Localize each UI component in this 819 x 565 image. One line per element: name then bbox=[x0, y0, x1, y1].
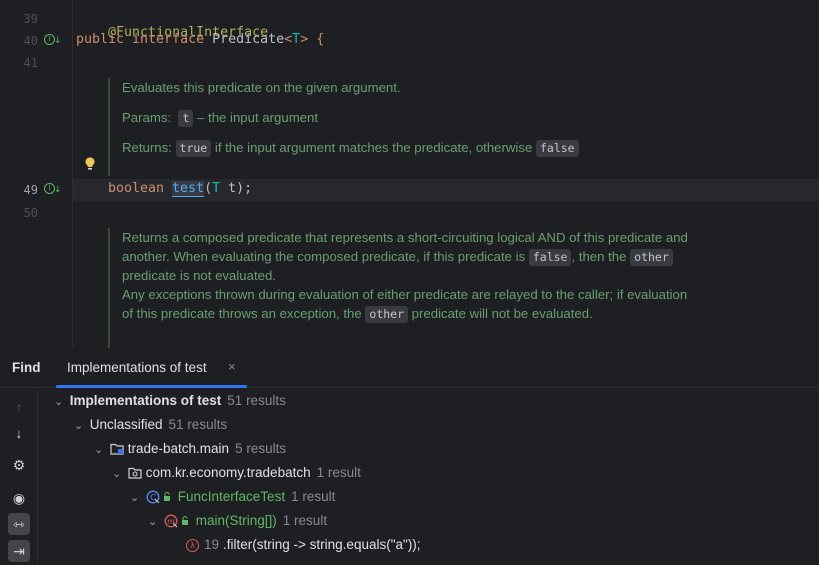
svg-text:m: m bbox=[167, 517, 175, 526]
rendered-javadoc-test: Evaluates this predicate on the given ar… bbox=[108, 78, 579, 176]
settings-gear-icon[interactable]: ⚙ bbox=[8, 454, 30, 476]
find-tab-bar: Find Implementations of test × bbox=[0, 348, 819, 388]
line-number: 39 bbox=[23, 12, 38, 26]
code-pill: true bbox=[175, 140, 212, 157]
rendered-javadoc-and: Returns a composed predicate that repres… bbox=[108, 228, 688, 348]
package-folder-icon bbox=[128, 468, 142, 480]
tree-node-module[interactable]: ⌄ trade-batch.main 5 results bbox=[94, 437, 286, 461]
class-icon: C bbox=[146, 490, 170, 504]
find-toolbar: ↑ ↓ ⚙ ◉ ⇿ ⇥ bbox=[0, 389, 38, 565]
chevron-down-icon[interactable]: ⌄ bbox=[94, 438, 106, 462]
results-tree: ⌄ Implementations of test 51 results ⌄ Un… bbox=[38, 389, 819, 565]
find-title: Find bbox=[12, 360, 41, 375]
editor-gutter: 39 40 I ↓ 41 49 I ↓ 50 bbox=[0, 0, 72, 348]
code-pill: other bbox=[365, 306, 409, 323]
line-number: 40 bbox=[23, 34, 38, 48]
code-editor[interactable]: 39 40 I ↓ 41 49 I ↓ 50 @FunctionalInterfac… bbox=[0, 0, 819, 348]
code-line-test-method: boolean test(T t); bbox=[108, 181, 253, 197]
line-number: 41 bbox=[23, 56, 38, 70]
code-pill: t bbox=[178, 110, 194, 127]
implemented-gutter-icon[interactable]: I ↓ bbox=[44, 33, 62, 46]
close-icon[interactable]: × bbox=[228, 359, 236, 374]
lambda-icon: λ bbox=[186, 538, 199, 552]
method-icon: m bbox=[164, 514, 188, 528]
preview-eye-icon[interactable]: ◉ bbox=[8, 487, 30, 509]
tree-node-usage[interactable]: λ 19 .filter(string -> string.equals("a"))… bbox=[186, 533, 421, 557]
chevron-down-icon[interactable]: ⌄ bbox=[54, 390, 66, 414]
implemented-gutter-icon[interactable]: I ↓ bbox=[44, 182, 62, 195]
svg-text:C: C bbox=[150, 493, 156, 502]
find-tool-window: Find Implementations of test × ↑ ↓ ⚙ ◉ ⇿… bbox=[0, 348, 819, 565]
lightbulb-icon[interactable] bbox=[84, 156, 96, 172]
line-number: 50 bbox=[23, 206, 38, 220]
code-pill: false bbox=[535, 140, 579, 157]
module-folder-icon bbox=[110, 444, 124, 456]
chevron-down-icon[interactable]: ⌄ bbox=[74, 414, 86, 438]
line-number: 49 bbox=[23, 183, 38, 197]
active-tab-indicator bbox=[56, 385, 247, 388]
next-occurrence-icon[interactable]: ↓ bbox=[8, 422, 30, 444]
method-name-test[interactable]: test bbox=[172, 181, 205, 197]
tree-node-method[interactable]: ⌄ m main(String[]) 1 result bbox=[148, 509, 327, 533]
code-line-interface-decl: public interface Predicate<T> { bbox=[76, 32, 325, 47]
tree-node-package[interactable]: ⌄ com.kr.economy.tradebatch 1 result bbox=[112, 461, 361, 485]
doc-summary: Evaluates this predicate on the given ar… bbox=[122, 80, 401, 95]
chevron-down-icon[interactable]: ⌄ bbox=[112, 462, 124, 486]
gutter-separator bbox=[72, 0, 73, 348]
doc-params: Params: t – the input argument bbox=[122, 110, 319, 127]
tab-implementations-of-test[interactable]: Implementations of test × bbox=[56, 348, 247, 388]
tree-node-class[interactable]: ⌄ C FuncInterfaceTest 1 result bbox=[130, 485, 335, 509]
chevron-down-icon[interactable]: ⌄ bbox=[148, 510, 160, 534]
autoscroll-to-source-icon[interactable]: ⇥ bbox=[8, 540, 30, 562]
chevron-down-icon[interactable]: ⌄ bbox=[130, 486, 142, 510]
code-pill: other bbox=[630, 249, 673, 266]
doc-returns: Returns: true if the input argument matc… bbox=[122, 138, 579, 157]
expand-all-icon[interactable]: ⇿ bbox=[8, 513, 30, 535]
tree-node-root[interactable]: ⌄ Implementations of test 51 results bbox=[54, 389, 286, 413]
code-pill: false bbox=[528, 249, 572, 266]
previous-occurrence-icon[interactable]: ↑ bbox=[8, 396, 30, 418]
tree-node-unclassified[interactable]: ⌄ Unclassified 51 results bbox=[74, 413, 227, 437]
